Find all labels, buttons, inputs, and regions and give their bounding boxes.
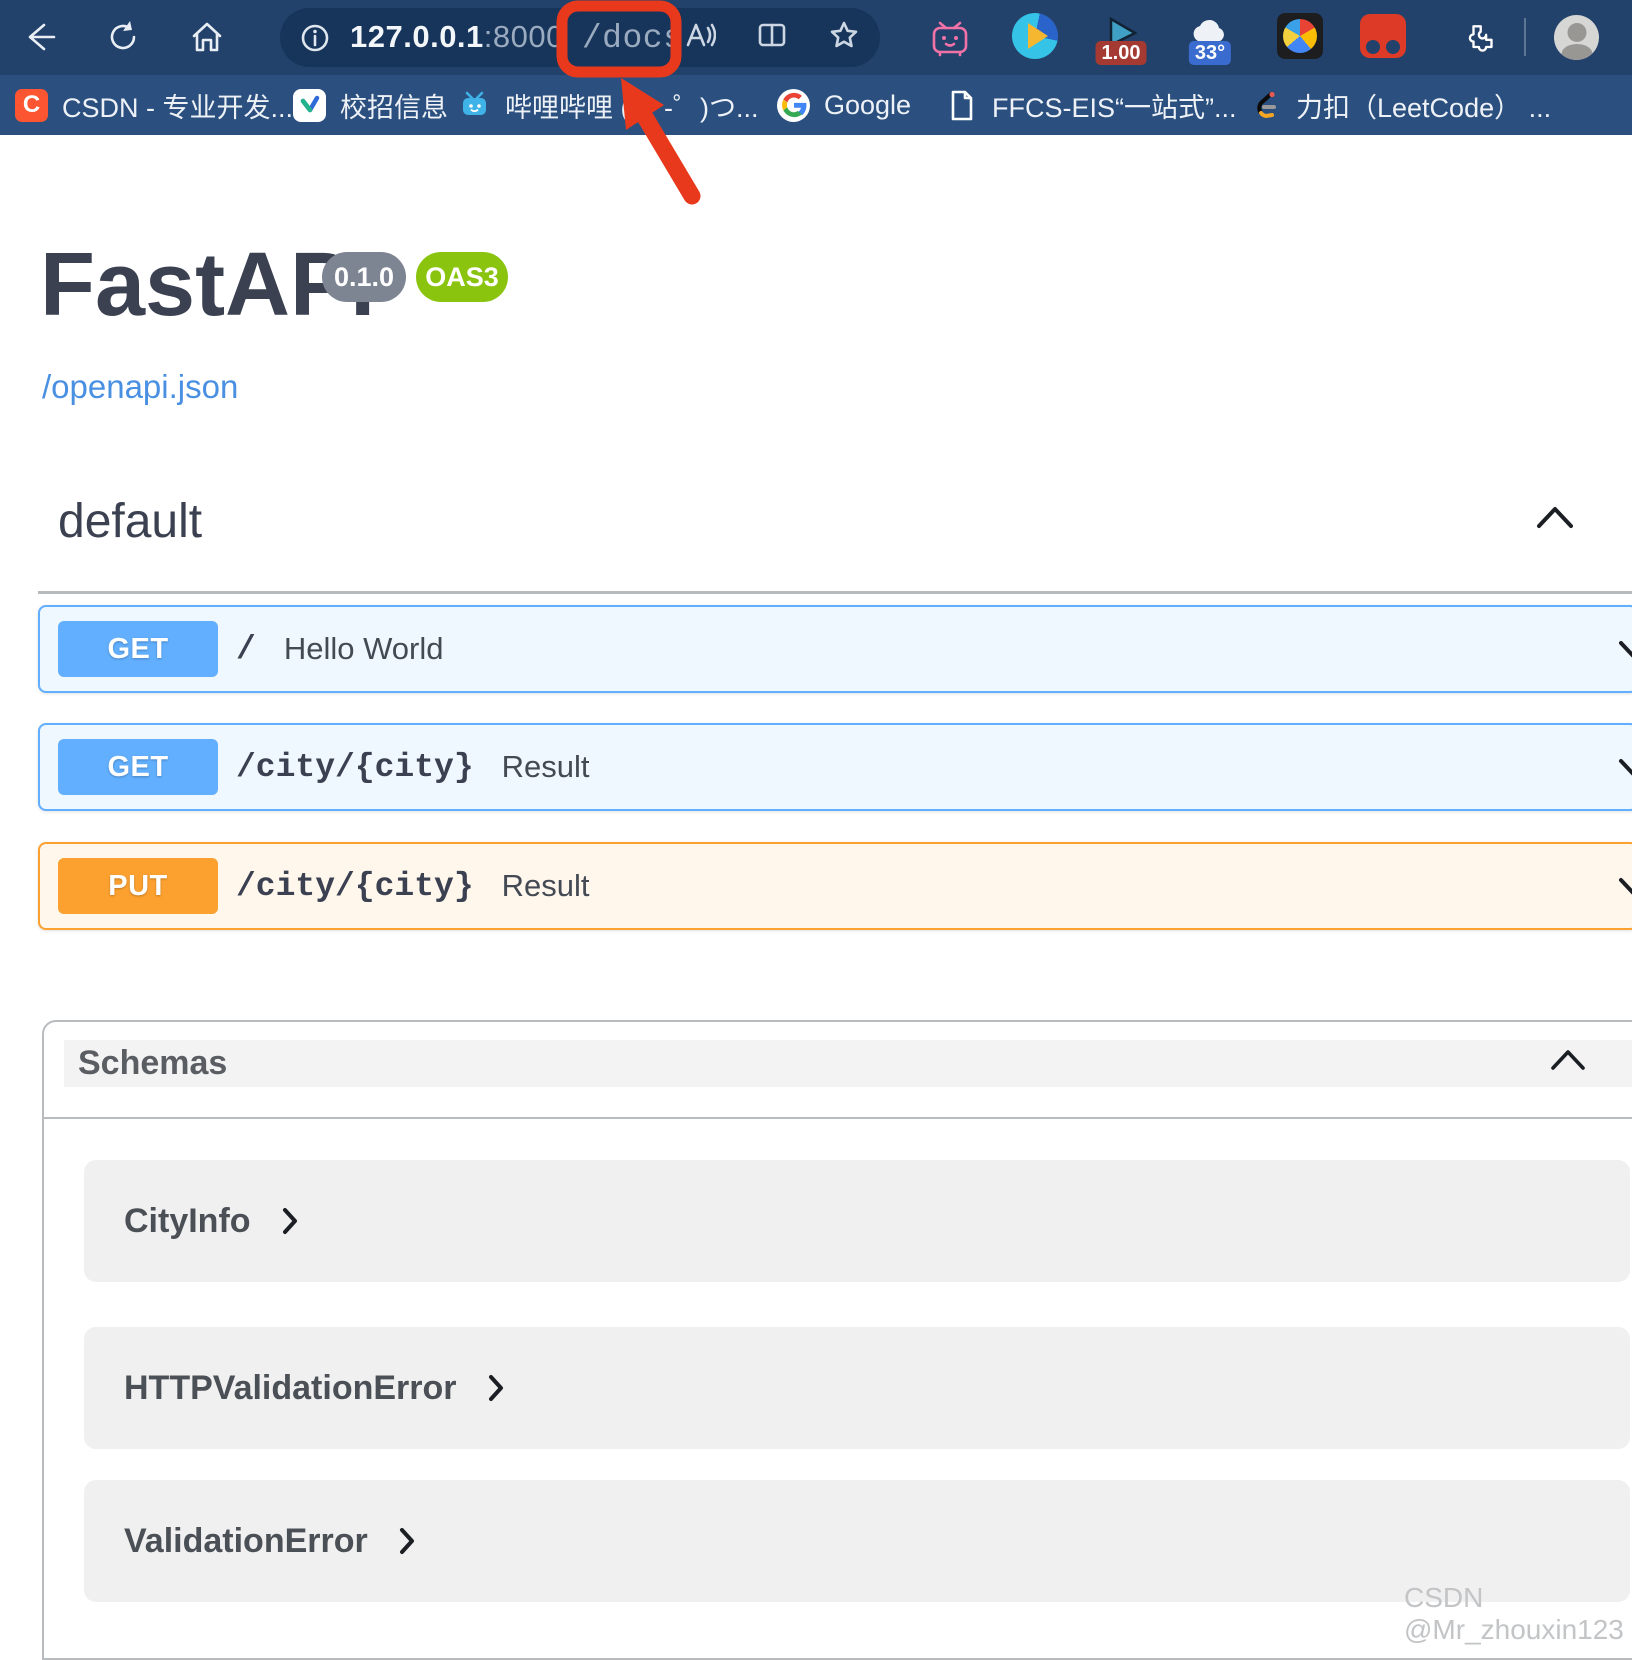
- bookmark-google[interactable]: Google: [777, 75, 911, 135]
- url-text: 127.0.0.1:8000/docs: [350, 19, 683, 57]
- schemas-collapse-chevron-up-icon[interactable]: [1549, 1048, 1587, 1072]
- pinwheel-extension-icon[interactable]: [1277, 13, 1325, 61]
- url-host: 127.0.0.1: [350, 19, 484, 54]
- operation-row-put-city[interactable]: PUT /city/{city} Result: [38, 842, 1632, 930]
- schemas-header[interactable]: Schemas: [64, 1040, 1632, 1087]
- split-screen-icon[interactable]: [756, 19, 788, 56]
- bookmark-csdn[interactable]: C CSDN - 专业开发...: [15, 75, 293, 135]
- operation-row-get-root[interactable]: GET / Hello World: [38, 605, 1632, 693]
- leetcode-icon: [1249, 89, 1282, 122]
- bookmark-leetcode[interactable]: 力扣（LeetCode） ...: [1249, 75, 1551, 135]
- bookmark-ffcs[interactable]: FFCS-EIS“一站式”...: [945, 75, 1237, 135]
- model-cityinfo[interactable]: CityInfo: [84, 1160, 1630, 1282]
- model-expand-chevron-right-icon: [487, 1373, 505, 1403]
- operation-description: Result: [502, 868, 590, 904]
- browser-toolbar: 127.0.0.1:8000/docs 1.00 33°: [0, 0, 1632, 75]
- red-app-extension-icon[interactable]: [1360, 14, 1408, 62]
- read-aloud-icon[interactable]: [684, 19, 716, 56]
- csdn-watermark: CSDN @Mr_zhouxin123: [1404, 1582, 1632, 1646]
- bilibili-icon: [458, 89, 491, 122]
- toolbar-divider: [1524, 18, 1526, 56]
- model-expand-chevron-right-icon: [398, 1526, 416, 1556]
- model-httpvalidationerror[interactable]: HTTPValidationError: [84, 1327, 1630, 1449]
- operation-row-get-city[interactable]: GET /city/{city} Result: [38, 723, 1632, 811]
- expand-chevron-down-icon[interactable]: [1617, 757, 1632, 788]
- check-icon: [293, 89, 326, 122]
- method-badge: GET: [58, 621, 218, 677]
- openapi-spec-link[interactable]: /openapi.json: [42, 368, 238, 406]
- operation-description: Hello World: [284, 631, 444, 667]
- schemas-section: Schemas CityInfo HTTPValidationError Val…: [42, 1020, 1632, 1660]
- profile-avatar[interactable]: [1554, 15, 1599, 60]
- operation-description: Result: [502, 749, 590, 785]
- weather-extension-icon[interactable]: 33°: [1186, 13, 1234, 61]
- version-badge: 0.1.0: [322, 252, 406, 302]
- playback-speed-extension-icon[interactable]: 1.00: [1097, 13, 1145, 61]
- playback-speed-badge: 1.00: [1096, 41, 1147, 65]
- site-info-icon[interactable]: [300, 23, 330, 53]
- home-icon[interactable]: [188, 18, 226, 56]
- back-icon[interactable]: [20, 18, 58, 56]
- bookmarks-bar: C CSDN - 专业开发... 校招信息 哔哩哔哩 ( ゜-゜)つ... Go…: [0, 75, 1632, 135]
- method-badge: PUT: [58, 858, 218, 914]
- bilibili-tv-extension-icon[interactable]: [926, 13, 974, 61]
- model-expand-chevron-right-icon: [281, 1206, 299, 1236]
- default-section-title: default: [58, 494, 202, 549]
- model-validationerror[interactable]: ValidationError: [84, 1480, 1630, 1602]
- oas3-badge: OAS3: [416, 252, 508, 302]
- refresh-icon[interactable]: [104, 18, 142, 56]
- url-path: /docs: [582, 20, 684, 57]
- method-badge: GET: [58, 739, 218, 795]
- schemas-title: Schemas: [78, 1040, 227, 1087]
- operation-path: /city/{city}: [236, 868, 474, 905]
- bookmark-bilibili[interactable]: 哔哩哔哩 ( ゜-゜)つ...: [458, 75, 758, 135]
- schemas-header-divider: [44, 1117, 1632, 1119]
- default-section-header[interactable]: default: [38, 470, 1632, 594]
- collapse-chevron-up-icon[interactable]: [1535, 504, 1575, 530]
- operation-path: /: [236, 631, 256, 668]
- operation-path: /city/{city}: [236, 749, 474, 786]
- expand-chevron-down-icon[interactable]: [1617, 876, 1632, 907]
- weather-badge: 33°: [1189, 41, 1231, 65]
- csdn-icon: C: [15, 89, 48, 122]
- video-player-extension-icon[interactable]: [1012, 13, 1060, 61]
- extensions-puzzle-icon[interactable]: [1460, 20, 1494, 54]
- document-icon: [945, 89, 978, 122]
- favorite-star-icon[interactable]: [828, 19, 860, 56]
- bookmark-campus-recruit[interactable]: 校招信息: [293, 75, 448, 135]
- url-port: :8000: [484, 19, 564, 54]
- google-icon: [777, 89, 810, 122]
- address-bar[interactable]: 127.0.0.1:8000/docs: [280, 8, 880, 67]
- expand-chevron-down-icon[interactable]: [1617, 639, 1632, 670]
